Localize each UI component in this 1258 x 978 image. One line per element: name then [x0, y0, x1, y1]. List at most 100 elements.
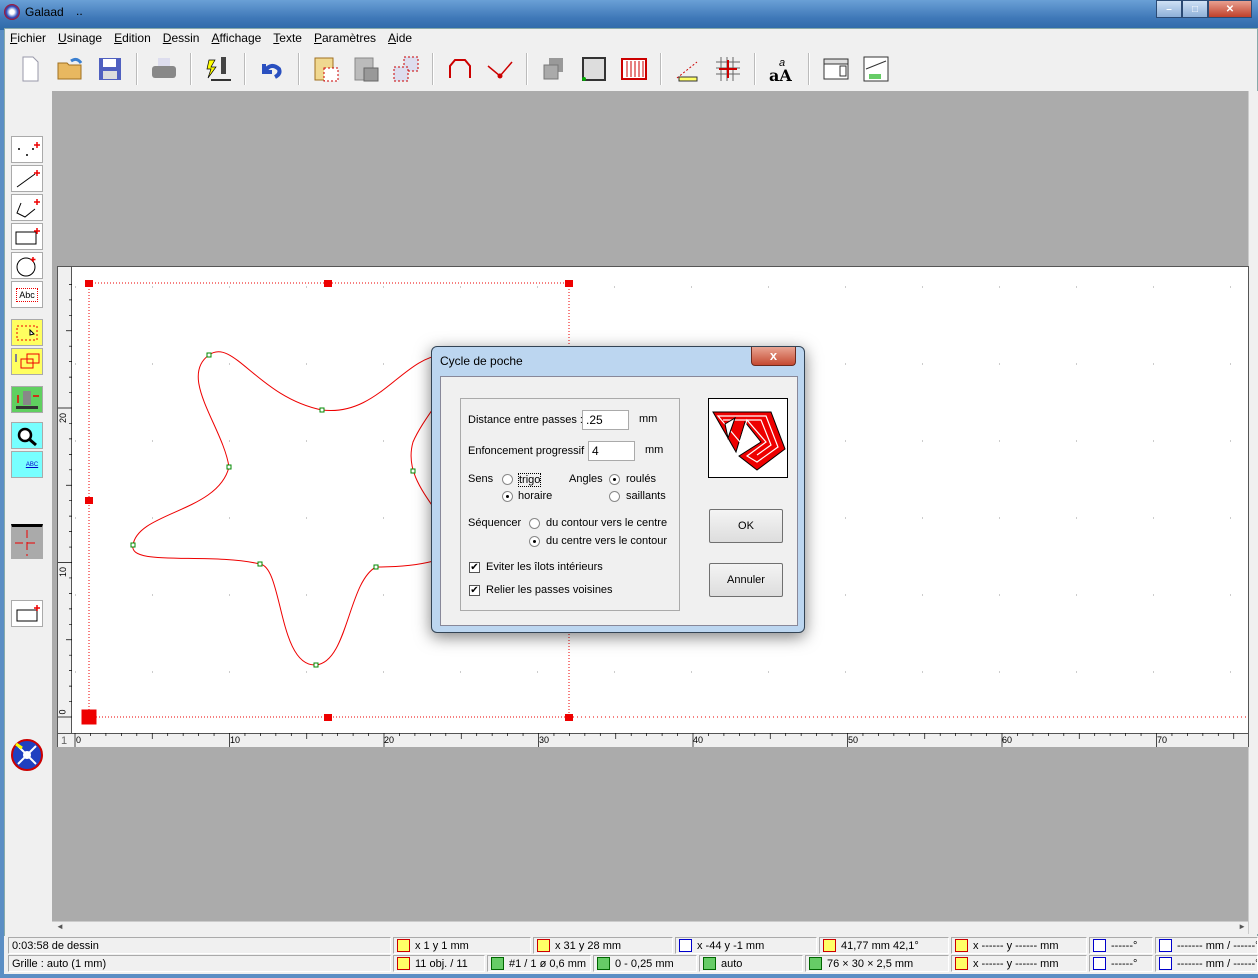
speed-info-value: auto	[721, 957, 743, 970]
line-tool[interactable]	[11, 165, 43, 192]
contour-button[interactable]	[440, 51, 480, 87]
angles-saillants-label[interactable]: saillants	[626, 490, 666, 502]
sens-horaire-radio[interactable]	[502, 491, 513, 502]
line-icon	[16, 169, 40, 187]
rectangle-tool[interactable]	[11, 223, 43, 250]
text-tool[interactable]: Abc	[11, 281, 43, 308]
menu-texte[interactable]: Texte	[267, 29, 308, 49]
contour-node	[319, 407, 325, 413]
scroll-right-arrow-icon[interactable]: ►	[1238, 922, 1246, 931]
circle-tool[interactable]	[11, 252, 43, 279]
xy-readout-value: x ------ y ------ mm	[973, 939, 1059, 952]
angles-roules-label[interactable]: roulés	[626, 473, 656, 485]
menu-key: U	[58, 31, 67, 45]
duplicate-button[interactable]	[386, 51, 426, 87]
distance-input[interactable]: .25	[582, 410, 629, 430]
machining-tool[interactable]	[11, 386, 43, 413]
circle-icon	[16, 256, 36, 276]
selection-handle	[324, 714, 332, 721]
font-icon: aAa	[769, 57, 792, 84]
xy-icon	[955, 939, 968, 952]
menu-label: ide	[396, 31, 413, 45]
angles-saillants-radio[interactable]	[609, 491, 620, 502]
dimension-icon	[676, 61, 698, 82]
horizontal-scrollbar[interactable]: ◄ ►	[52, 921, 1248, 934]
stack-button[interactable]	[534, 51, 574, 87]
relier-passes-checkbox[interactable]: ✔	[469, 585, 480, 596]
eviter-ilots-checkbox[interactable]: ✔	[469, 562, 480, 573]
grid-status: Grille : auto (1 mm)	[8, 955, 391, 972]
angle-readout-top: ------°	[1089, 937, 1153, 954]
rectangle-icon	[15, 227, 40, 244]
pocket-button[interactable]	[614, 51, 654, 87]
stats-button[interactable]	[856, 51, 896, 87]
trace-button[interactable]	[480, 51, 520, 87]
selection-handle	[85, 497, 93, 504]
eviter-ilots-label[interactable]: Eviter les îlots intérieurs	[486, 561, 603, 573]
menu-parametres[interactable]: Paramètres	[308, 29, 382, 49]
distance-angle-value: 41,77 mm 42,1°	[841, 939, 919, 952]
layout-button[interactable]	[816, 51, 856, 87]
menu-aide[interactable]: Aide	[382, 29, 418, 49]
sens-trigo-radio[interactable]	[502, 474, 513, 485]
save-button[interactable]	[90, 51, 130, 87]
menu-dessin[interactable]: Dessin	[157, 29, 206, 49]
paste-disabled-button[interactable]	[346, 51, 386, 87]
polyline-tool[interactable]	[11, 194, 43, 221]
printer-icon	[152, 58, 176, 78]
print-button[interactable]	[144, 51, 184, 87]
sens-trigo-label[interactable]: trigo	[518, 473, 542, 487]
grid-button[interactable]	[708, 51, 748, 87]
distance-label: Distance entre passes :	[468, 414, 583, 426]
sequencer-label: Séquencer	[468, 517, 522, 529]
enfoncement-input[interactable]: 4	[588, 441, 635, 461]
toolbar: aA a	[10, 50, 896, 88]
maximize-button[interactable]: □	[1182, 0, 1208, 18]
window-layout-icon	[823, 58, 849, 80]
points-tool[interactable]	[11, 136, 43, 163]
undo-button[interactable]	[252, 51, 292, 87]
contour-node	[206, 352, 212, 358]
menu-key: P	[313, 31, 322, 45]
new-file-button[interactable]	[10, 51, 50, 87]
relier-passes-label[interactable]: Relier les passes voisines	[486, 584, 613, 596]
outline-button[interactable]	[574, 51, 614, 87]
select-tool[interactable]	[11, 319, 43, 346]
transform-tool[interactable]	[11, 348, 43, 375]
contour-node	[226, 464, 232, 470]
menu-usinage[interactable]: Usinage	[52, 29, 108, 49]
angles-roules-radio[interactable]	[609, 474, 620, 485]
menu-fichier[interactable]: Fichier	[4, 29, 52, 49]
machine-button[interactable]	[198, 51, 238, 87]
seq-centre-contour-label[interactable]: du centre vers le contour	[546, 535, 667, 547]
contour-node	[257, 561, 263, 567]
scroll-left-arrow-icon[interactable]: ◄	[56, 922, 64, 931]
measure-tool[interactable]: ABC	[11, 451, 43, 478]
ok-button[interactable]: OK	[709, 509, 783, 543]
length-angle-value: ------- mm / ------°	[1177, 957, 1258, 970]
font-button[interactable]: aA a	[762, 51, 802, 87]
menu-affichage[interactable]: Affichage	[205, 29, 267, 49]
menu-edition[interactable]: Edition	[108, 29, 157, 49]
window-title-extra: ..	[76, 4, 83, 18]
new-rectangle-tool[interactable]	[11, 600, 43, 627]
paste-button[interactable]	[306, 51, 346, 87]
annuler-button[interactable]: Annuler	[709, 563, 783, 597]
undo-icon	[262, 64, 282, 79]
minimize-button[interactable]: –	[1156, 0, 1182, 18]
crosshair-tool[interactable]	[11, 524, 43, 559]
close-button[interactable]: ✕	[1208, 0, 1252, 18]
seq-contour-centre-radio[interactable]	[529, 518, 540, 529]
vertical-scrollbar[interactable]	[1248, 91, 1258, 934]
object-count-value: 11 obj. / 11	[415, 957, 468, 970]
menu-bar: Fichier Usinage Edition Dessin Affichage…	[4, 29, 418, 49]
seq-contour-centre-label[interactable]: du contour vers le centre	[546, 517, 667, 529]
dimension-button[interactable]	[668, 51, 708, 87]
seq-centre-contour-radio[interactable]	[529, 536, 540, 547]
enfoncement-unit: mm	[645, 444, 664, 456]
menu-label: ichier	[17, 31, 47, 45]
zoom-tool[interactable]	[11, 422, 43, 449]
sens-horaire-label[interactable]: horaire	[518, 490, 552, 502]
open-file-button[interactable]	[50, 51, 90, 87]
dialog-close-button[interactable]: x	[751, 347, 796, 366]
